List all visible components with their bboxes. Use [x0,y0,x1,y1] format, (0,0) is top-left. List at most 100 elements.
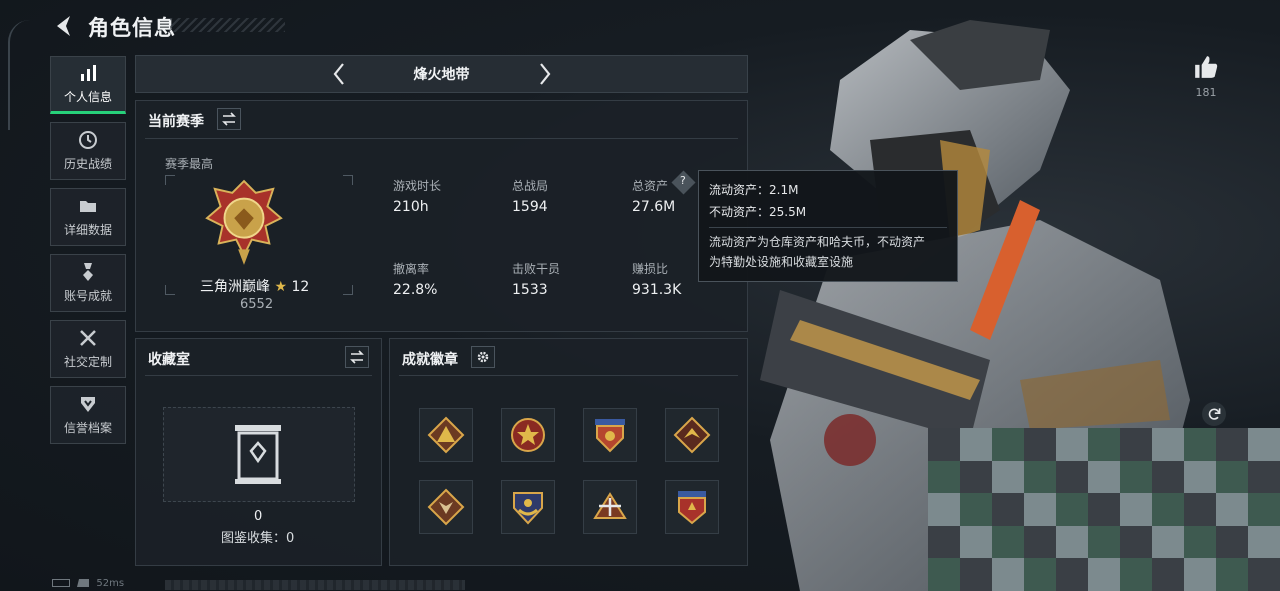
pixel-cell [1024,558,1056,591]
pixel-cell [1056,558,1088,591]
pixel-cell [1184,525,1216,559]
badge-shield-icon [595,419,625,453]
pixel-cell [1120,493,1152,526]
pixel-cell [1056,460,1088,494]
achievements-divider [399,375,738,376]
stat-value-matches: 1594 [512,199,548,215]
history-icon [79,131,97,149]
mode-label: 烽火地带 [413,67,470,83]
pixel-cell [992,493,1024,526]
collection-count: 0 [254,509,263,524]
collection-switch-button[interactable] [345,346,369,368]
like-count: 181 [1195,86,1217,99]
rotate-model-button[interactable] [1202,402,1226,426]
pixel-cell [1152,558,1184,591]
tooltip-divider [709,227,947,228]
sidebar: 个人信息 历史战绩 详细数据 账号成就 社交定制 信誉档案 [50,56,126,452]
rank-emblem-icon [205,179,283,265]
frame-corner [343,285,353,295]
sidebar-item-history[interactable]: 历史战绩 [50,122,126,180]
pixel-cell [1248,428,1280,461]
pixel-cell [1184,460,1216,494]
season-peak-label: 赛季最高 [165,157,214,171]
pixel-cell [928,428,960,461]
sidebar-item-details[interactable]: 详细数据 [50,188,126,246]
pixel-cell [1056,493,1088,526]
stat-label-matches: 总战局 [512,179,549,193]
help-mark: ? [680,174,686,187]
pixel-cell [1056,525,1088,559]
stat-label-kills: 击败干员 [512,262,561,276]
pixelated-overlay [928,428,1280,591]
achievement-badge[interactable] [583,480,637,534]
battery-icon [52,579,70,587]
pixel-cell [1088,493,1120,526]
tooltip-desc-line1: 流动资产为仓库资产和哈夫币，不动资产 [709,235,926,249]
pixel-cell [1216,558,1248,591]
sidebar-item-label: 社交定制 [63,355,112,369]
pixel-cell [1248,460,1280,494]
assets-tooltip: 流动资产：2.1M 不动资产：25.5M 流动资产为仓库资产和哈夫币，不动资产 … [698,170,958,282]
chevron-right-icon[interactable] [537,61,553,87]
pixel-cell [1216,460,1248,494]
achievements-title: 成就徽章 [402,352,458,368]
sidebar-item-label: 账号成就 [63,289,112,303]
pixel-cell [960,428,992,461]
frame-corner [165,285,175,295]
pixel-cell [1024,493,1056,526]
back-arrow-icon[interactable] [52,14,74,38]
status-bar: 52ms [52,578,124,589]
ping-value: 52ms [96,578,125,589]
achievement-badge[interactable] [501,408,555,462]
badge-wolf-icon [427,488,465,526]
sidebar-item-personal-info[interactable]: 个人信息 [50,56,126,114]
sidebar-item-label: 个人信息 [63,90,112,104]
sidebar-item-credit[interactable]: 信誉档案 [50,386,126,444]
achievement-badge[interactable] [419,480,473,534]
pixel-cell [1216,428,1248,461]
badge-crest-icon [513,492,543,525]
mode-selector: 烽火地带 [135,55,748,93]
sidebar-item-achievements[interactable]: 账号成就 [50,254,126,312]
achievement-badge[interactable] [583,408,637,462]
shield-icon [81,397,95,412]
sidebar-item-social[interactable]: 社交定制 [50,320,126,378]
season-title: 当前赛季 [148,114,204,130]
pixel-cell [1088,428,1120,461]
tooltip-liquid-assets: 流动资产：2.1M [709,183,799,197]
stat-label-extract-rate: 撤离率 [393,262,430,276]
achievement-badge[interactable] [665,408,719,462]
stat-value-assets: 27.6M [632,199,676,215]
achievement-badge[interactable] [419,408,473,462]
pixel-cell [1056,428,1088,461]
pixel-cell [992,428,1024,461]
tooltip-desc-line2: 为特勤处设施和收藏室设施 [709,255,854,269]
pixel-cell [1024,428,1056,461]
badge-dragon-icon [673,416,711,454]
stat-value-profit-ratio: 931.3K [632,282,682,298]
collection-progress: 图鉴收集：0 [221,531,295,546]
season-switch-button[interactable] [217,108,241,130]
blurred-text [165,580,465,590]
badge-plane-icon [593,492,627,519]
badge-pyramid-icon [427,416,465,454]
badge-star-icon [511,418,545,452]
pixel-cell [1152,428,1184,461]
stat-label-profit-ratio: 赚损比 [632,262,669,276]
rank-name: 三角洲巅峰 ★ 12 [200,279,310,295]
pixel-cell [1120,558,1152,591]
folder-icon [80,201,96,212]
chevron-left-icon[interactable] [331,61,347,87]
achievements-settings-button[interactable] [471,346,495,368]
frame-corner [165,175,175,185]
like-widget[interactable]: 181 [1188,54,1224,99]
achievement-badge[interactable] [501,480,555,534]
pixel-cell [960,558,992,591]
pixel-cell [928,558,960,591]
achievement-badge[interactable] [665,480,719,534]
pixel-cell [960,493,992,526]
thumbs-up-icon [1195,56,1218,78]
swap-icon [222,112,236,126]
rank-stars: 12 [291,279,310,295]
stat-label-assets: 总资产 [632,179,669,193]
